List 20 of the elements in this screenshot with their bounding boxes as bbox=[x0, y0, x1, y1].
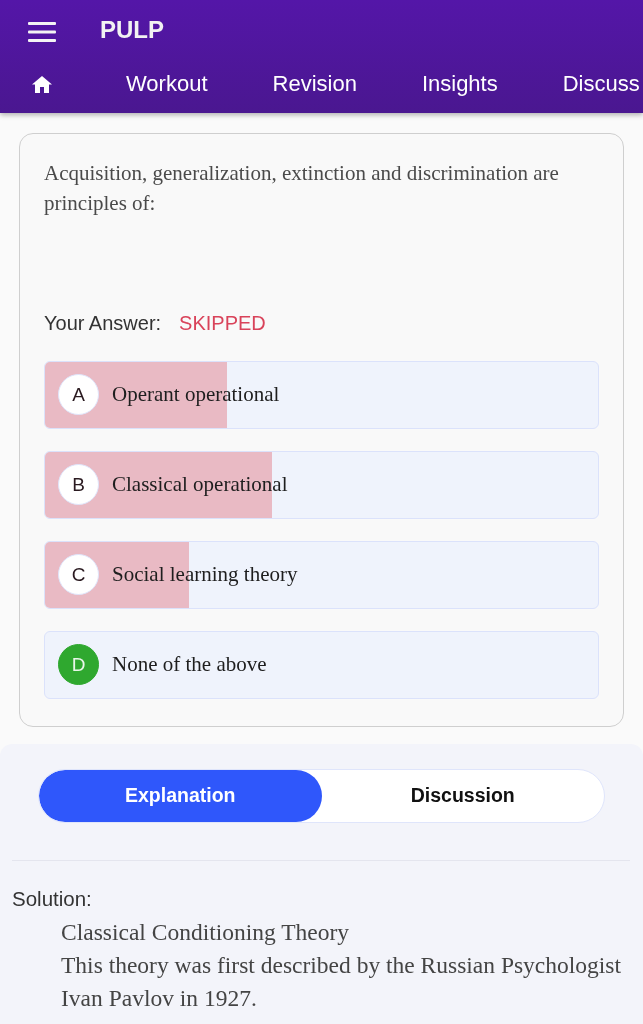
option-text: Social learning theory bbox=[112, 562, 298, 587]
home-icon[interactable] bbox=[32, 76, 52, 93]
question-text: Acquisition, generalization, extinction and discrimination are principles of: bbox=[44, 160, 560, 217]
app-title: PULP bbox=[100, 16, 164, 44]
solution-text: This theory was first described by the Russian Psychologist Ivan Pavlov in 1927. bbox=[61, 951, 623, 1013]
nav-tab[interactable]: Insights bbox=[421, 70, 498, 97]
option-text: None of the above bbox=[112, 652, 267, 677]
nav-tab[interactable]: Workout bbox=[126, 70, 208, 97]
solution-label: Solution: bbox=[12, 885, 93, 912]
nav-tab[interactable]: Revision bbox=[272, 70, 357, 97]
nav-tab[interactable]: Discuss bbox=[562, 70, 640, 97]
option-letter: D bbox=[58, 644, 99, 685]
toggle-tab[interactable]: Discussion bbox=[321, 769, 604, 822]
solution-title: Classical Conditioning Theory bbox=[61, 918, 351, 947]
your-answer-label: Your Answer: bbox=[44, 311, 162, 335]
option-text: Classical operational bbox=[112, 472, 288, 497]
option-text: Operant operational bbox=[112, 382, 280, 407]
toggle-tab[interactable]: Explanation bbox=[39, 769, 322, 822]
answer-status: SKIPPED bbox=[179, 311, 266, 335]
menu-icon[interactable] bbox=[28, 21, 56, 42]
